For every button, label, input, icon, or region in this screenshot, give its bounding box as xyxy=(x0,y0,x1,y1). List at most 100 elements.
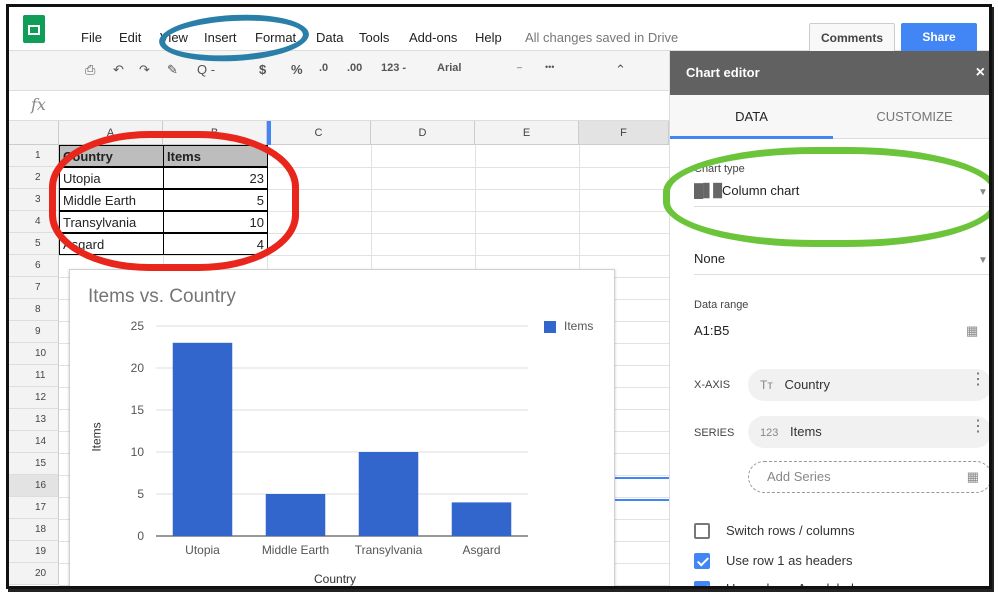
chart-editor-panel: Chart editor × DATA CUSTOMIZE Chart type… xyxy=(669,51,989,589)
tab-customize[interactable]: CUSTOMIZE xyxy=(833,95,989,139)
undo-icon[interactable]: ↶ xyxy=(113,62,124,78)
use-row-headers-checkbox[interactable] xyxy=(694,553,710,569)
menu-addons[interactable]: Add-ons xyxy=(409,30,457,45)
y-tick-label: 10 xyxy=(131,445,145,459)
decrease-decimal-button[interactable]: .0 xyxy=(319,62,328,74)
column-selection-indicator xyxy=(267,121,271,145)
data-range-label: Data range xyxy=(694,299,749,311)
more-tools-button[interactable]: ••• xyxy=(545,62,554,72)
font-select[interactable]: Arial xyxy=(437,62,461,74)
row-header[interactable]: 19 xyxy=(9,541,59,563)
row-header[interactable]: 16 xyxy=(9,475,59,497)
increase-decimal-button[interactable]: .00 xyxy=(347,62,362,74)
formula-bar[interactable]: fx xyxy=(9,91,669,121)
x-tick-label: Asgard xyxy=(462,543,500,557)
y-tick-label: 15 xyxy=(131,403,145,417)
chevron-down-icon: ▼ xyxy=(978,255,988,266)
row-header[interactable]: 14 xyxy=(9,431,59,453)
app-window: File Edit View Insert Format Data Tools … xyxy=(6,4,992,589)
select-all-corner[interactable] xyxy=(9,121,59,145)
y-tick-label: 20 xyxy=(131,361,145,375)
more-vert-icon[interactable]: ⋮ xyxy=(970,372,986,388)
series-value: Items xyxy=(789,424,822,439)
x-tick-label: Middle Earth xyxy=(262,543,329,557)
add-series-label: Add Series xyxy=(767,469,831,484)
comments-button[interactable]: Comments xyxy=(809,23,895,53)
editor-tabs: DATA CUSTOMIZE xyxy=(670,95,989,139)
chart-editor-header: Chart editor × xyxy=(670,51,989,95)
use-column-labels-label: Use column A as labels xyxy=(726,581,861,589)
number-type-icon: 123 xyxy=(760,427,779,439)
paint-format-icon[interactable]: ✎ xyxy=(167,62,178,78)
use-row-headers-label: Use row 1 as headers xyxy=(726,553,853,568)
column-header-d[interactable]: D xyxy=(371,121,475,145)
red-annotation-circle xyxy=(49,131,299,271)
x-axis-label: X-AXIS xyxy=(694,379,731,391)
percent-button[interactable]: % xyxy=(291,62,303,77)
x-axis-pill[interactable]: Tᴛ Country ⋮ xyxy=(748,369,989,401)
y-tick-label: 5 xyxy=(137,487,144,501)
y-tick-label: 25 xyxy=(131,319,145,333)
tab-data[interactable]: DATA xyxy=(670,95,833,139)
grid-select-icon[interactable]: ▦ xyxy=(966,323,978,339)
redo-icon[interactable]: ↷ xyxy=(139,62,150,78)
menu-data[interactable]: Data xyxy=(316,30,343,45)
x-tick-label: Transylvania xyxy=(355,543,423,557)
bar-utopia[interactable] xyxy=(172,342,233,536)
data-range-input[interactable]: A1:B5 xyxy=(694,323,729,338)
row-header[interactable]: 7 xyxy=(9,277,59,299)
green-annotation-circle xyxy=(663,147,989,247)
row-header[interactable]: 17 xyxy=(9,497,59,519)
zoom-select[interactable]: Q - xyxy=(197,62,215,77)
row-header[interactable]: 15 xyxy=(9,453,59,475)
menu-tools[interactable]: Tools xyxy=(359,30,389,45)
row-header[interactable]: 1 xyxy=(9,145,59,167)
row-header[interactable]: 18 xyxy=(9,519,59,541)
row-header[interactable]: 11 xyxy=(9,365,59,387)
switch-rows-columns-label: Switch rows / columns xyxy=(726,523,855,538)
formula-icon: fx xyxy=(31,95,46,114)
font-dropdown-arrow-icon[interactable]: – xyxy=(517,62,522,72)
sheets-logo-icon[interactable] xyxy=(23,15,45,43)
stacking-select[interactable]: None ▼ xyxy=(694,249,989,275)
chart-editor-title: Chart editor xyxy=(686,65,760,80)
row-header[interactable]: 9 xyxy=(9,321,59,343)
print-icon[interactable]: ⎙ xyxy=(85,62,95,78)
menu-help[interactable]: Help xyxy=(475,30,502,45)
x-axis-value: Country xyxy=(784,377,830,392)
switch-rows-columns-checkbox[interactable] xyxy=(694,523,710,539)
chevron-up-icon[interactable]: ⌃ xyxy=(615,62,626,78)
toolbar: ⎙ ↶ ↷ ✎ Q - $ % .0 .00 123 - Arial – •••… xyxy=(9,51,669,91)
row-header[interactable]: 5 xyxy=(9,233,59,255)
bar-asgard[interactable] xyxy=(451,502,512,536)
currency-button[interactable]: $ xyxy=(259,62,266,77)
row-header[interactable]: 10 xyxy=(9,343,59,365)
bar-middle-earth[interactable] xyxy=(265,494,326,536)
column-header-c[interactable]: C xyxy=(267,121,371,145)
x-axis-label: Country xyxy=(314,572,357,586)
row-header[interactable]: 12 xyxy=(9,387,59,409)
row-header[interactable]: 6 xyxy=(9,255,59,277)
bar-transylvania[interactable] xyxy=(358,452,419,536)
menu-edit[interactable]: Edit xyxy=(119,30,141,45)
menu-file[interactable]: File xyxy=(81,30,102,45)
number-format-select[interactable]: 123 - xyxy=(381,62,406,74)
legend-label: Items xyxy=(564,319,594,333)
row-header[interactable]: 13 xyxy=(9,409,59,431)
column-header-f[interactable]: F xyxy=(579,121,669,145)
close-icon[interactable]: × xyxy=(976,51,985,95)
grid-select-icon: ▦ xyxy=(966,469,979,484)
row-header[interactable]: 8 xyxy=(9,299,59,321)
add-series-button[interactable]: Add Series ▦ xyxy=(748,461,989,493)
column-chart[interactable]: Items vs. Country 0 5 10 15 20 25 Utopia Middle… xyxy=(69,269,615,586)
series-pill[interactable]: 123 Items ⋮ xyxy=(748,416,989,448)
save-status: All changes saved in Drive xyxy=(525,30,679,45)
stacking-value: None xyxy=(694,251,726,266)
use-column-labels-checkbox[interactable] xyxy=(694,581,710,586)
share-button[interactable]: Share xyxy=(901,23,977,53)
more-vert-icon[interactable]: ⋮ xyxy=(970,419,986,435)
row-header[interactable]: 20 xyxy=(9,563,59,585)
text-type-icon: Tᴛ xyxy=(760,378,773,392)
menu-bar: File Edit View Insert Format Data Tools … xyxy=(9,7,989,53)
column-header-e[interactable]: E xyxy=(475,121,579,145)
